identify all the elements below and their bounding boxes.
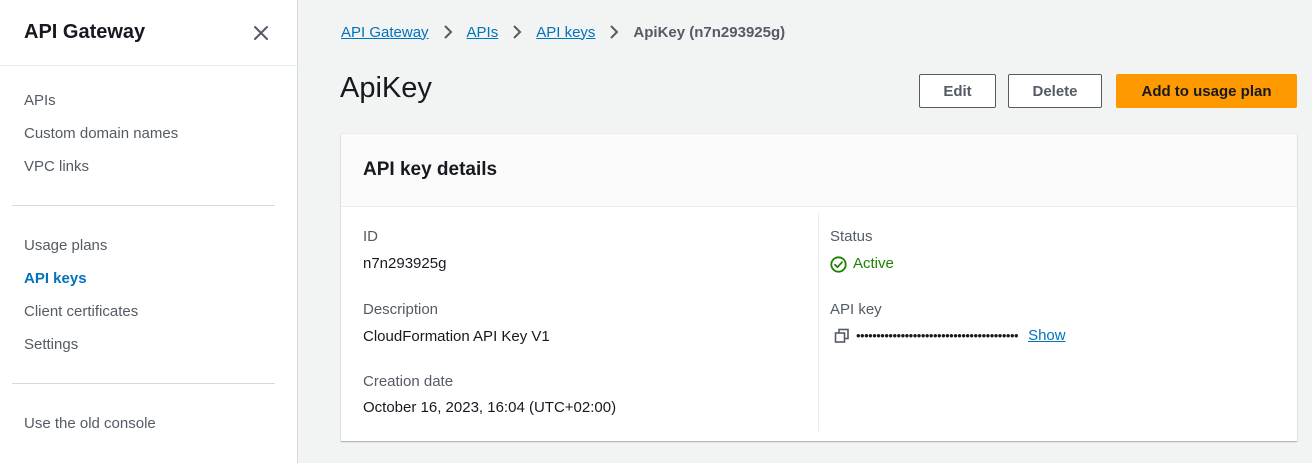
delete-button[interactable]: Delete: [1008, 74, 1102, 108]
chevron-right-icon: [443, 25, 453, 39]
api-key-masked-value: ••••••••••••••••••••••••••••••••••••••••: [856, 328, 1019, 343]
sidebar-item-old-console[interactable]: Use the old console: [24, 407, 273, 440]
panel-header: API key details: [341, 134, 1297, 207]
chevron-right-icon: [609, 25, 619, 39]
breadcrumb-current: ApiKey (n7n293925g): [633, 23, 786, 41]
api-key-label: API key: [830, 301, 882, 318]
chevron-right-icon: [512, 25, 522, 39]
status-value: Active: [853, 255, 894, 272]
close-sidebar-button[interactable]: [249, 21, 273, 45]
status-label: Status: [830, 228, 873, 245]
id-field: ID n7n293925g: [363, 227, 446, 274]
sidebar-group-legacy: Use the old console: [0, 384, 297, 440]
check-circle-icon: [830, 255, 847, 273]
copy-icon[interactable]: [834, 328, 850, 344]
add-to-usage-plan-button[interactable]: Add to usage plan: [1116, 74, 1297, 108]
description-value: CloudFormation API Key V1: [363, 328, 550, 345]
edit-button[interactable]: Edit: [919, 74, 996, 108]
sidebar-item-usage-plans[interactable]: Usage plans: [24, 229, 273, 262]
sidebar-group-usage: Usage plans API keys Client certificates…: [0, 206, 297, 383]
description-label: Description: [363, 301, 439, 318]
id-label: ID: [363, 228, 378, 245]
side-navigation: API Gateway APIs Custom domain names VPC…: [0, 0, 298, 463]
api-key-details-panel: API key details ID n7n293925g Descriptio…: [341, 134, 1297, 441]
sidebar-item-vpc-links[interactable]: VPC links: [24, 150, 273, 183]
sidebar-item-custom-domain-names[interactable]: Custom domain names: [24, 117, 273, 150]
sidebar-title[interactable]: API Gateway: [24, 21, 145, 44]
breadcrumb-api-gateway[interactable]: API Gateway: [341, 24, 429, 41]
show-api-key-link[interactable]: Show: [1028, 326, 1066, 346]
status-badge: Active: [830, 254, 894, 274]
sidebar-group-apis: APIs Custom domain names VPC links: [0, 66, 297, 205]
sidebar-item-client-certificates[interactable]: Client certificates: [24, 295, 273, 328]
sidebar-item-apis[interactable]: APIs: [24, 84, 273, 117]
column-divider: [818, 213, 819, 431]
breadcrumb-apis[interactable]: APIs: [467, 24, 499, 41]
close-icon: [254, 25, 268, 40]
id-value: n7n293925g: [363, 255, 447, 272]
creation-date-field: Creation date October 16, 2023, 16:04 (U…: [363, 372, 616, 418]
sidebar-header: API Gateway: [0, 0, 297, 66]
status-field: Status Active: [830, 227, 894, 274]
breadcrumb-api-keys[interactable]: API keys: [536, 24, 595, 41]
sidebar-item-settings[interactable]: Settings: [24, 328, 273, 361]
sidebar-item-api-keys[interactable]: API keys: [24, 262, 273, 295]
api-key-row: ••••••••••••••••••••••••••••••••••••••••…: [830, 326, 1066, 346]
breadcrumb: API Gateway APIs API keys ApiKey (n7n293…: [341, 22, 785, 42]
page-title: ApiKey: [340, 72, 432, 104]
creation-date-label: Creation date: [363, 373, 454, 390]
api-key-field: API key ••••••••••••••••••••••••••••••••…: [830, 300, 1066, 346]
description-field: Description CloudFormation API Key V1: [363, 300, 550, 347]
creation-date-value: October 16, 2023, 16:04 (UTC+02:00): [363, 399, 617, 416]
